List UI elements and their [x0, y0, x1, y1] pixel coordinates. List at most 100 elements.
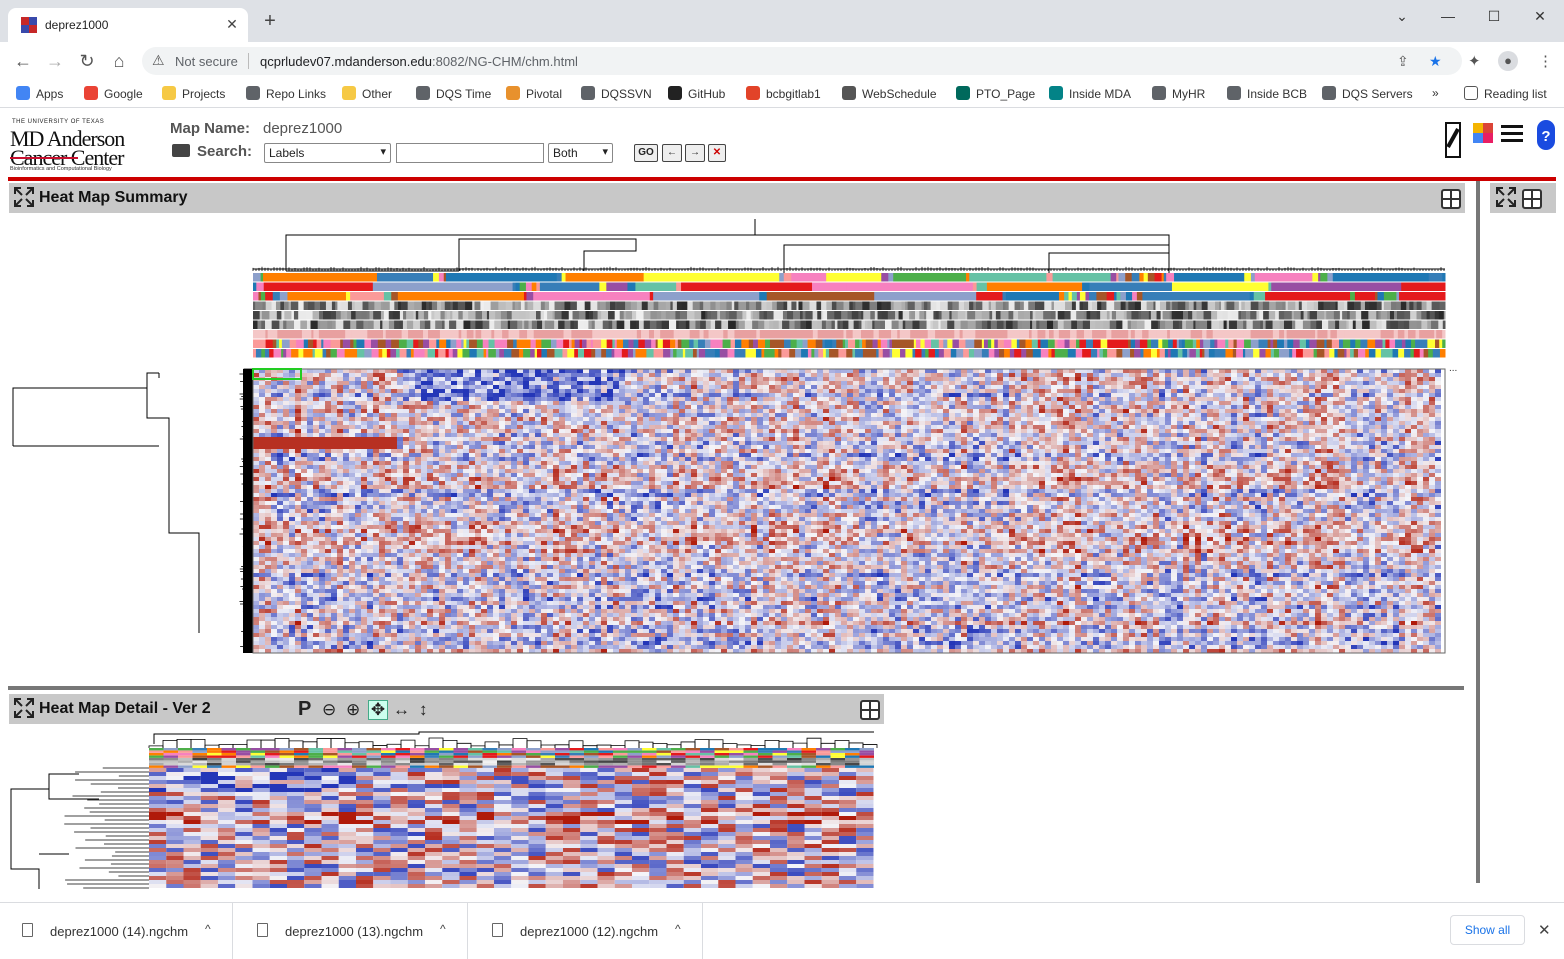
download-item[interactable]: deprez1000 (13).ngchm ^ — [235, 903, 468, 959]
tab-search-icon[interactable]: ⌄ — [1390, 8, 1414, 25]
detail-heatmap[interactable] — [9, 724, 884, 894]
ribbon-vertical-icon[interactable]: ↕ — [419, 700, 428, 720]
bookmark-dqssvn[interactable]: DQSSVN — [581, 86, 652, 101]
back-button[interactable]: ← — [12, 50, 34, 72]
svg-text:?: ? — [1541, 128, 1550, 145]
next-result-button[interactable]: → — [685, 144, 705, 162]
apps-grid-icon — [16, 86, 30, 100]
logo-line4: Bioinformatics and Computational Biology — [10, 166, 112, 172]
show-all-button[interactable]: Show all — [1450, 915, 1525, 945]
bookmark-repo-links[interactable]: Repo Links — [246, 86, 326, 101]
reload-button[interactable]: ↻ — [76, 50, 98, 72]
detail-row-dendrogram — [10, 767, 149, 889]
minimize-button[interactable]: — — [1436, 8, 1460, 24]
tab-close-icon[interactable]: ✕ — [224, 16, 240, 33]
more-bookmarks-icon[interactable]: » — [1432, 86, 1439, 100]
bookmark-github[interactable]: GitHub — [668, 86, 725, 101]
download-filename: deprez1000 (13).ngchm — [285, 924, 424, 939]
google-icon — [84, 86, 98, 100]
bookmark-apps[interactable]: Apps — [16, 86, 63, 101]
hamburger-menu-icon[interactable] — [1501, 124, 1523, 142]
bookmark-label: Repo Links — [266, 87, 327, 101]
new-tab-button[interactable]: + — [260, 11, 280, 31]
expand-icon[interactable] — [14, 698, 34, 718]
search-type-select[interactable]: Labels ▾ — [264, 143, 391, 163]
detail-covariate-bars — [149, 748, 874, 768]
help-icon[interactable]: ? — [1536, 119, 1556, 151]
bookmark-label: PTO_Page — [976, 87, 1036, 101]
chevron-up-icon[interactable]: ^ — [440, 922, 446, 936]
expand-icon[interactable] — [14, 187, 34, 207]
search-input[interactable] — [396, 143, 544, 163]
url-text[interactable]: qcprludev07.mdanderson.edu:8082/NG-CHM/c… — [260, 54, 578, 69]
not-secure-label[interactable]: Not secure — [175, 54, 238, 69]
open-folder-icon[interactable] — [172, 144, 190, 157]
reading-list-button[interactable]: Reading list — [1464, 86, 1547, 101]
browser-titlebar: deprez1000 ✕ + ⌄ — ☐ ✕ — [0, 0, 1564, 42]
pane-layout-icon[interactable] — [860, 700, 880, 720]
download-item[interactable]: deprez1000 (14).ngchm ^ — [0, 903, 233, 959]
gitlab-icon — [746, 86, 760, 100]
pane-splitter-vertical[interactable] — [1476, 181, 1480, 883]
bookmark-bcbgitlab1[interactable]: bcbgitlab1 — [746, 86, 821, 101]
chevron-up-icon[interactable]: ^ — [205, 922, 211, 936]
logo-strike — [10, 157, 78, 159]
bookmarks-bar: Apps Google Projects Repo Links Other DQS Tim… — [0, 80, 1564, 108]
mdanderson-logo: THE UNIVERSITY OF TEXAS MD Anderson Canc… — [10, 117, 145, 175]
globe-icon — [581, 86, 595, 100]
full-view-icon[interactable]: ✥ — [368, 700, 388, 720]
warning-icon[interactable]: ⚠ — [152, 52, 165, 69]
summary-heatmap[interactable]: ... — [9, 213, 1465, 683]
browser-tab[interactable]: deprez1000 ✕ — [8, 8, 248, 42]
pin-tool-button[interactable]: P — [298, 698, 311, 721]
bookmark-myhr[interactable]: MyHR — [1152, 86, 1205, 101]
profile-avatar-icon[interactable]: ● — [1498, 51, 1518, 71]
pane-splitter-horizontal[interactable] — [8, 686, 1464, 690]
summary-pane-header: Heat Map Summary — [9, 183, 1465, 213]
go-button[interactable]: GO — [634, 144, 658, 162]
bookmark-inside-mda[interactable]: Inside MDA — [1049, 86, 1131, 101]
detail-column-dendrogram — [148, 731, 878, 748]
downloads-shelf: deprez1000 (14).ngchm ^ deprez1000 (13).… — [0, 902, 1564, 959]
bookmark-other[interactable]: Other — [342, 86, 392, 101]
search-axis-select[interactable]: Both ▾ — [548, 143, 613, 163]
pane-layout-icon[interactable] — [1441, 189, 1461, 209]
search-type-value: Labels — [269, 146, 305, 160]
folder-icon — [342, 86, 356, 100]
previous-result-button[interactable]: ← — [662, 144, 682, 162]
bookmark-webschedule[interactable]: WebSchedule — [842, 86, 937, 101]
clear-search-button[interactable]: ✕ — [708, 144, 726, 162]
ribbon-horizontal-icon[interactable]: ↔ — [393, 700, 410, 720]
bookmark-projects[interactable]: Projects — [162, 86, 225, 101]
share-icon[interactable]: ⇪ — [1397, 53, 1409, 70]
zoom-out-icon[interactable]: ⊖ — [322, 700, 336, 720]
file-icon — [22, 923, 33, 937]
browser-menu-icon[interactable]: ⋮ — [1538, 52, 1553, 70]
color-map-icon[interactable] — [1473, 123, 1493, 143]
chevron-up-icon[interactable]: ^ — [675, 922, 681, 936]
bookmark-star-icon[interactable]: ★ — [1429, 53, 1442, 70]
close-shelf-icon[interactable]: ✕ — [1538, 921, 1551, 939]
globe-icon — [246, 86, 260, 100]
maximize-button[interactable]: ☐ — [1482, 8, 1506, 25]
bookmark-inside-bcb[interactable]: Inside BCB — [1227, 86, 1307, 101]
address-bar[interactable]: ⚠ Not secure qcprludev07.mdanderson.edu:… — [142, 47, 1462, 75]
forward-button[interactable]: → — [44, 50, 66, 72]
download-item[interactable]: deprez1000 (12).ngchm ^ — [470, 903, 703, 959]
home-button[interactable]: ⌂ — [108, 50, 130, 72]
expand-icon[interactable] — [1496, 187, 1516, 207]
row-dendrogram — [12, 368, 253, 653]
bookmark-pivotal[interactable]: Pivotal — [506, 86, 562, 101]
bookmark-label: bcbgitlab1 — [766, 87, 821, 101]
bookmark-google[interactable]: Google — [84, 86, 143, 101]
zoom-in-icon[interactable]: ⊕ — [346, 700, 360, 720]
pane-layout-icon[interactable] — [1522, 189, 1542, 209]
bookmark-pto-page[interactable]: PTO_Page — [956, 86, 1035, 101]
bookmark-dqs-time[interactable]: DQS Time — [416, 86, 491, 101]
pdf-export-icon[interactable] — [1444, 121, 1462, 159]
extensions-icon[interactable]: ✦ — [1468, 52, 1481, 70]
bookmark-dqs-servers[interactable]: DQS Servers — [1322, 86, 1413, 101]
sharepoint-icon — [1049, 86, 1063, 100]
download-filename: deprez1000 (12).ngchm — [520, 924, 659, 939]
close-window-button[interactable]: ✕ — [1528, 8, 1552, 25]
